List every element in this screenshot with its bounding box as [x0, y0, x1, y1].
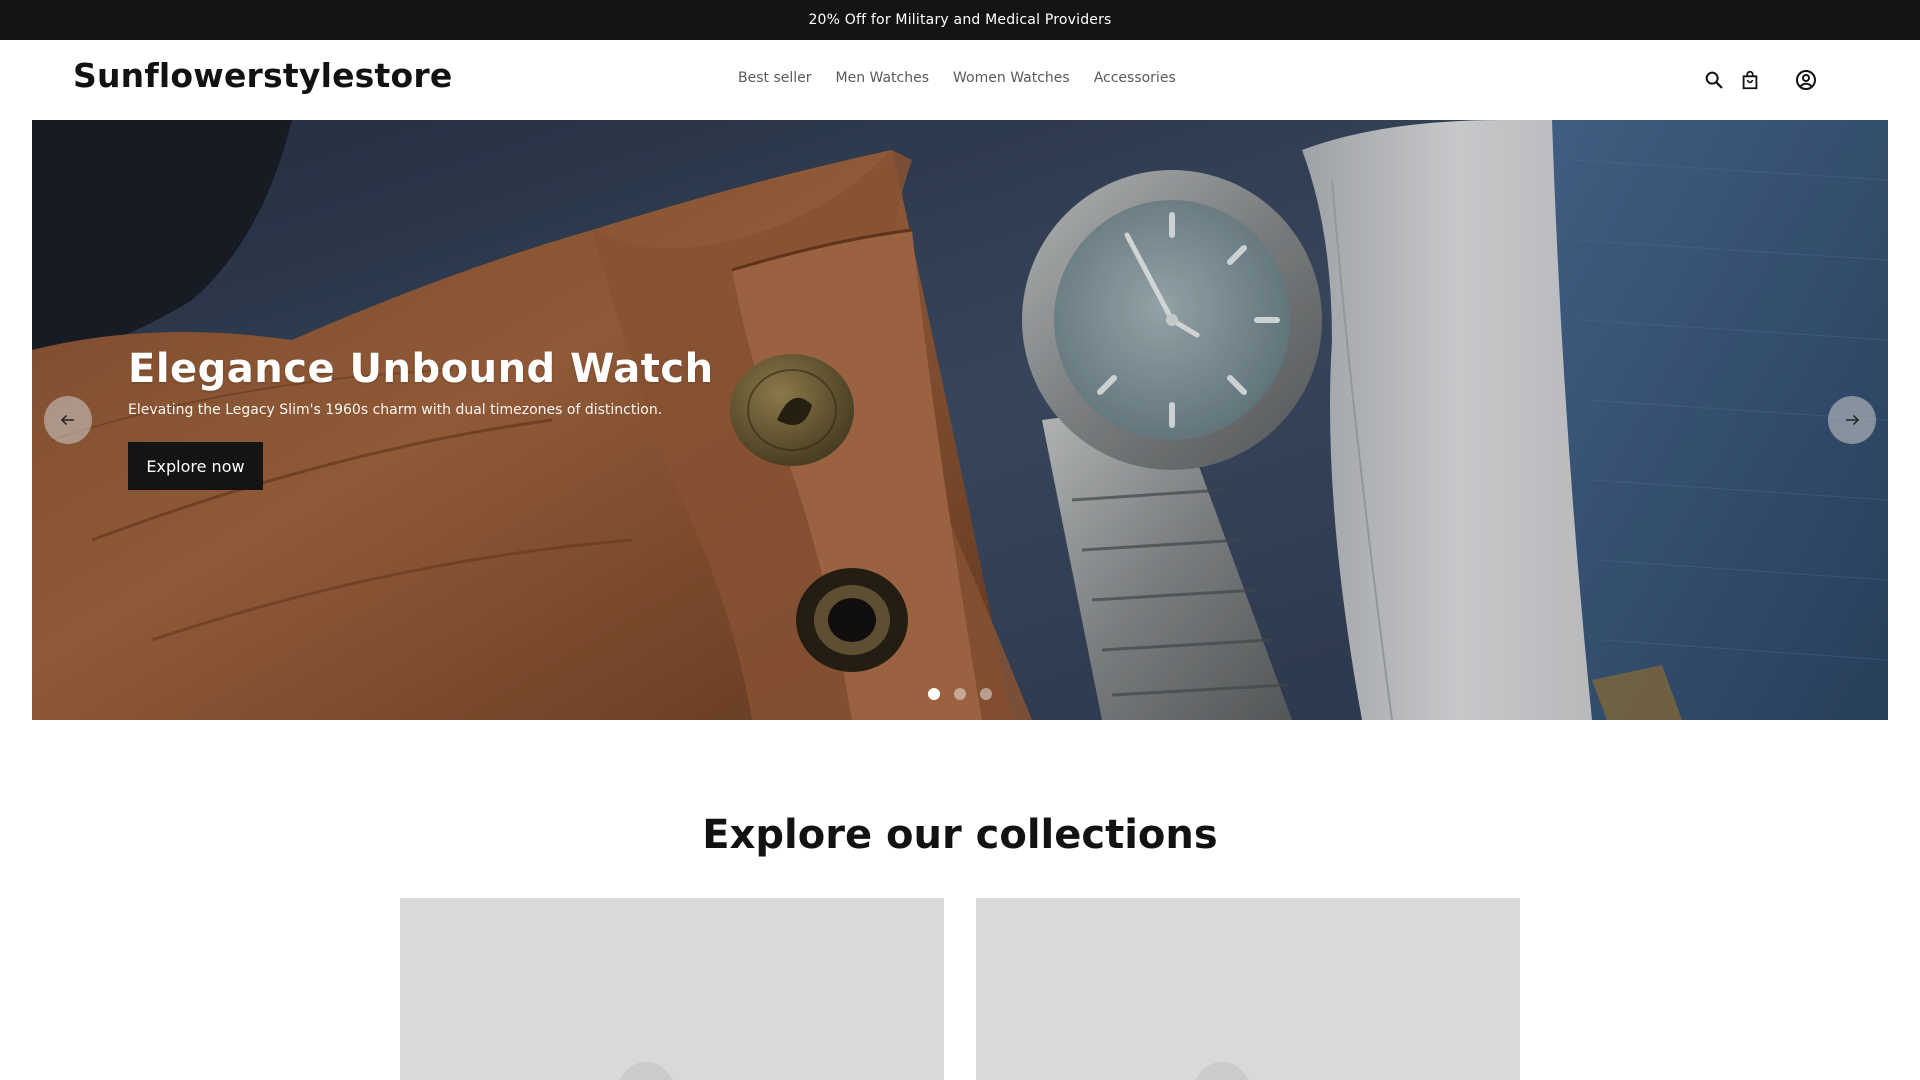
slide-dot-3[interactable]: [980, 688, 992, 700]
nav-item-best-seller[interactable]: Best seller: [738, 70, 812, 86]
arrow-right-icon: [1846, 414, 1860, 426]
slide-prev-button[interactable]: [44, 396, 92, 444]
arrow-left-icon: [60, 414, 74, 426]
search-button[interactable]: [1698, 64, 1730, 96]
search-icon: [1705, 71, 1723, 89]
slide-next-button[interactable]: [1828, 396, 1876, 444]
collection-placeholder-image: [618, 1062, 674, 1080]
store-logo[interactable]: Sunflowerstylestore: [73, 56, 452, 95]
hero-slideshow: Elegance Unbound Watch Elevating the Leg…: [32, 120, 1888, 720]
collections-title: Explore our collections: [702, 812, 1218, 858]
slide-dot-2[interactable]: [954, 688, 966, 700]
cart-button[interactable]: [1734, 64, 1766, 96]
slide-dots: [928, 688, 992, 700]
site-header: Sunflowerstylestore Best seller Men Watc…: [0, 40, 1920, 120]
account-icon: [1796, 70, 1816, 90]
nav-item-men-watches[interactable]: Men Watches: [836, 70, 930, 86]
nav-item-accessories[interactable]: Accessories: [1094, 70, 1176, 86]
nav-item-women-watches[interactable]: Women Watches: [953, 70, 1070, 86]
hero-title: Elegance Unbound Watch: [128, 346, 714, 392]
main-nav: Best seller Men Watches Women Watches Ac…: [738, 70, 1176, 86]
hero-content: Elegance Unbound Watch Elevating the Leg…: [128, 346, 714, 490]
collection-card[interactable]: [400, 898, 944, 1080]
collection-card[interactable]: [976, 898, 1520, 1080]
slide-dot-1[interactable]: [928, 688, 940, 700]
header-actions: [1698, 64, 1822, 96]
cart-icon: [1742, 70, 1758, 90]
collection-placeholder-image: [1194, 1062, 1250, 1080]
account-button[interactable]: [1790, 64, 1822, 96]
announcement-bar: 20% Off for Military and Medical Provide…: [0, 0, 1920, 40]
hero-subtitle: Elevating the Legacy Slim's 1960s charm …: [128, 402, 663, 418]
explore-now-button[interactable]: Explore now: [128, 442, 263, 490]
announcement-text: 20% Off for Military and Medical Provide…: [808, 12, 1112, 28]
